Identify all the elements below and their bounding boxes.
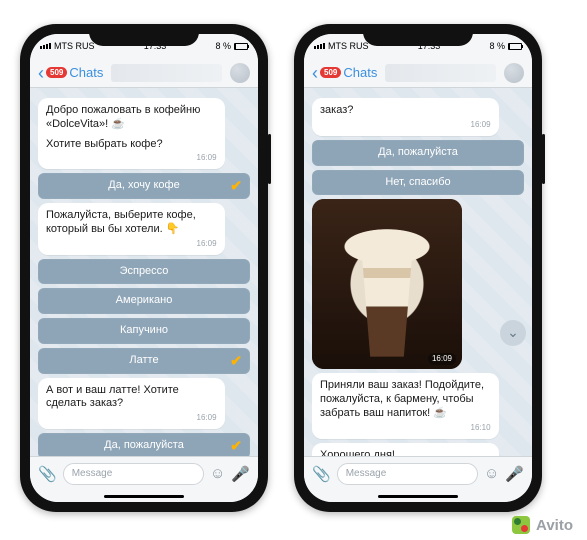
button-label: Капучино	[120, 324, 168, 336]
chat-title-blurred	[385, 64, 496, 82]
timestamp: 16:09	[46, 413, 217, 423]
battery-pct: 8 %	[489, 41, 505, 51]
message-text: Хорошего дня!	[320, 449, 395, 457]
reply-button-yes[interactable]: Да, пожалуйста ✔	[38, 433, 250, 456]
carrier-label: MTS RUS	[328, 41, 369, 51]
button-label: Да, пожалуйста	[378, 146, 458, 158]
photo-message[interactable]: 16:09	[312, 199, 462, 369]
latte-photo	[312, 199, 462, 369]
timestamp: 16:10	[320, 423, 491, 433]
sticker-icon[interactable]: ☺	[484, 465, 499, 482]
unread-badge: 509	[320, 67, 341, 78]
reply-button-yes-coffee[interactable]: Да, хочу кофе ✔	[38, 173, 250, 199]
bot-message: Пожалуйста, выберите кофе, который вы бы…	[38, 203, 225, 255]
mic-icon[interactable]: 🎤	[505, 465, 524, 483]
message-input[interactable]: Message	[63, 463, 204, 485]
phone-left: MTS RUS 17:33 8 % ‹ 509 Chats Добро пожа…	[20, 24, 268, 512]
home-indicator	[30, 490, 258, 502]
avito-logo-icon	[512, 516, 530, 534]
attach-icon[interactable]: 📎	[38, 465, 57, 483]
timestamp: 16:09	[320, 120, 491, 130]
watermark-text: Avito	[536, 517, 573, 534]
input-bar: 📎 Message ☺ 🎤	[304, 456, 532, 490]
option-espresso[interactable]: Эспрессо	[38, 259, 250, 285]
bot-message: Добро пожаловать в кофейню «DolceVita»! …	[38, 98, 225, 169]
option-latte[interactable]: Латте ✔	[38, 348, 250, 374]
button-label: Латте	[129, 354, 158, 366]
reply-button-yes[interactable]: Да, пожалуйста	[312, 140, 524, 166]
chat-header: ‹ 509 Chats	[30, 58, 258, 88]
button-label: Да, пожалуйста	[104, 439, 184, 451]
unread-badge: 509	[46, 67, 67, 78]
mic-icon[interactable]: 🎤	[231, 465, 250, 483]
check-icon: ✔	[230, 177, 242, 195]
message-text: заказ?	[320, 104, 353, 116]
message-text: Пожалуйста, выберите кофе, который вы бы…	[46, 209, 196, 235]
battery-pct: 8 %	[215, 41, 231, 51]
battery-icon	[234, 43, 248, 50]
signal-icon	[40, 43, 51, 49]
chat-body[interactable]: заказ? 16:09 Да, пожалуйста Нет, спасибо…	[304, 88, 532, 456]
input-bar: 📎 Message ☺ 🎤	[30, 456, 258, 490]
bot-message: Приняли ваш заказ! Подойдите, пожалуйста…	[312, 373, 499, 438]
sticker-icon[interactable]: ☺	[210, 465, 225, 482]
check-icon: ✔	[230, 352, 242, 370]
bot-message: заказ? 16:09	[312, 98, 499, 136]
message-text: Приняли ваш заказ! Подойдите, пожалуйста…	[320, 379, 484, 419]
placeholder-text: Message	[346, 468, 387, 479]
timestamp: 16:09	[46, 239, 217, 249]
home-indicator	[304, 490, 532, 502]
carrier-label: MTS RUS	[54, 41, 95, 51]
option-americano[interactable]: Американо	[38, 288, 250, 314]
back-label[interactable]: Chats	[343, 65, 377, 80]
back-icon[interactable]: ‹	[38, 64, 44, 82]
avatar[interactable]	[504, 63, 524, 83]
timestamp: 16:09	[428, 353, 456, 365]
message-input[interactable]: Message	[337, 463, 478, 485]
back-icon[interactable]: ‹	[312, 64, 318, 82]
avatar[interactable]	[230, 63, 250, 83]
message-text: А вот и ваш латте! Хотите сделать заказ?	[46, 384, 179, 410]
button-label: Да, хочу кофе	[108, 179, 179, 191]
chat-body[interactable]: Добро пожаловать в кофейню «DolceVita»! …	[30, 88, 258, 456]
attach-icon[interactable]: 📎	[312, 465, 331, 483]
message-text: Хотите выбрать кофе?	[46, 138, 217, 152]
signal-icon	[314, 43, 325, 49]
placeholder-text: Message	[72, 468, 113, 479]
button-label: Эспрессо	[120, 265, 169, 277]
back-label[interactable]: Chats	[69, 65, 103, 80]
check-icon: ✔	[230, 437, 242, 455]
avito-watermark: Avito	[512, 516, 573, 534]
bot-message: Хорошего дня! 16:10	[312, 443, 499, 457]
scroll-down-button[interactable]: ⌄	[500, 320, 526, 346]
button-label: Американо	[116, 294, 173, 306]
timestamp: 16:09	[46, 153, 217, 163]
option-cappuccino[interactable]: Капучино	[38, 318, 250, 344]
bot-message: А вот и ваш латте! Хотите сделать заказ?…	[38, 378, 225, 430]
battery-icon	[508, 43, 522, 50]
chat-title-blurred	[111, 64, 222, 82]
notch	[89, 24, 199, 46]
notch	[363, 24, 473, 46]
reply-button-no[interactable]: Нет, спасибо	[312, 170, 524, 196]
phone-right: MTS RUS 17:33 8 % ‹ 509 Chats заказ? 16:…	[294, 24, 542, 512]
chat-header: ‹ 509 Chats	[304, 58, 532, 88]
message-text: Добро пожаловать в кофейню «DolceVita»! …	[46, 104, 217, 132]
button-label: Нет, спасибо	[385, 176, 450, 188]
